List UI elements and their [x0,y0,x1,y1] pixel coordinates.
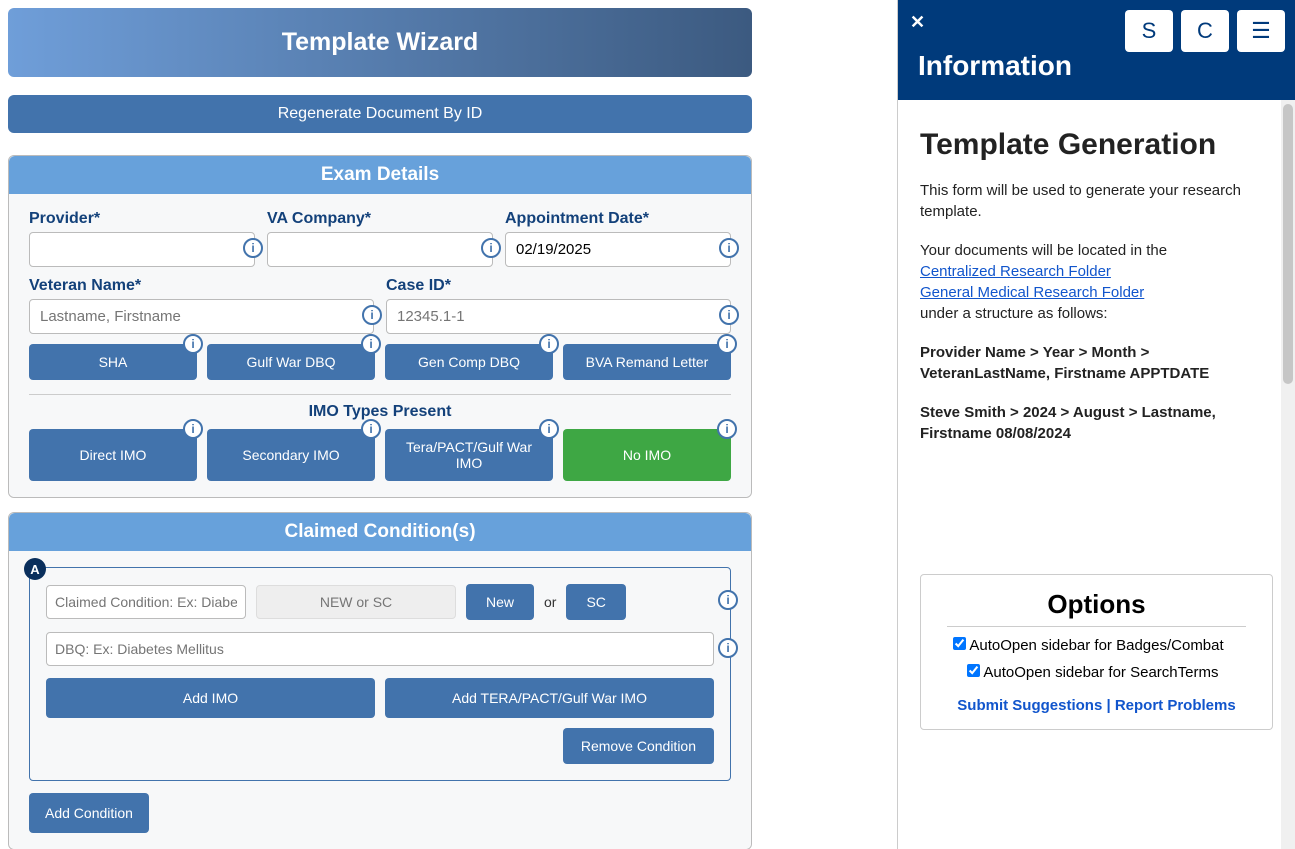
appt-date-input[interactable] [505,232,731,267]
add-condition-button[interactable]: Add Condition [29,793,149,833]
info-icon[interactable]: i [718,638,738,658]
sc-button[interactable]: SC [566,584,625,620]
info-icon[interactable]: i [718,590,738,610]
gen-comp-dbq-button[interactable]: Gen Comp DBQ i [385,344,553,380]
sidebar-location: Your documents will be located in the Ce… [920,240,1273,324]
sidebar-heading: Template Generation [920,128,1273,162]
va-company-field: VA Company* i [267,210,493,267]
bva-remand-button[interactable]: BVA Remand Letter i [563,344,731,380]
centralized-folder-link[interactable]: Centralized Research Folder [920,263,1111,280]
option-autoopen-search-checkbox[interactable] [967,664,980,677]
sidebar-intro: This form will be used to generate your … [920,180,1273,222]
header-button-c[interactable]: C [1181,10,1229,52]
sidebar-header: ✕ Information S C ☰ [898,0,1295,100]
main-form-panel: Template Wizard Regenerate Document By I… [0,0,760,849]
exam-details-body: Provider* i VA Company* i Appointment Da… [9,194,751,497]
page-title: Template Wizard [8,8,752,77]
veteran-name-field: Veteran Name* i [29,277,374,334]
sidebar-title: Information [918,50,1072,82]
condition-badge: A [24,558,46,580]
veteran-name-label: Veteran Name* [29,277,374,295]
exam-details-header: Exam Details [9,156,751,194]
info-icon[interactable]: i [719,238,739,258]
option-autoopen-badges-checkbox[interactable] [953,637,966,650]
or-text: or [544,594,556,610]
option-autoopen-search[interactable]: AutoOpen sidebar for SearchTerms [967,664,1254,681]
info-icon[interactable]: i [243,238,263,258]
claimed-condition-input[interactable] [46,585,246,619]
case-id-label: Case ID* [386,277,731,295]
info-icon[interactable]: i [717,419,737,439]
appt-date-label: Appointment Date* [505,210,731,228]
menu-icon[interactable]: ☰ [1237,10,1285,52]
add-imo-button[interactable]: Add IMO [46,678,375,718]
veteran-name-input[interactable] [29,299,374,334]
info-icon[interactable]: i [183,419,203,439]
secondary-imo-button[interactable]: Secondary IMO i [207,429,375,481]
info-icon[interactable]: i [183,334,203,354]
va-company-label: VA Company* [267,210,493,228]
header-button-s[interactable]: S [1125,10,1173,52]
dbq-input[interactable] [46,632,714,666]
exam-details-panel: Exam Details Provider* i VA Company* i A… [8,155,752,498]
sidebar-body: Template Generation This form will be us… [898,100,1295,849]
path-template: Provider Name > Year > Month > VeteranLa… [920,342,1273,384]
provider-input[interactable] [29,232,255,267]
new-or-sc-display [256,585,456,619]
add-tera-imo-button[interactable]: Add TERA/PACT/Gulf War IMO [385,678,714,718]
path-example: Steve Smith > 2024 > August > Lastname, … [920,402,1273,444]
tera-imo-button[interactable]: Tera/PACT/Gulf War IMO i [385,429,553,481]
option-autoopen-badges[interactable]: AutoOpen sidebar for Badges/Combat [953,637,1254,654]
general-medical-folder-link[interactable]: General Medical Research Folder [920,284,1144,301]
provider-label: Provider* [29,210,255,228]
va-company-input[interactable] [267,232,493,267]
imo-types-label: IMO Types Present [29,403,731,421]
imo-types-section: IMO Types Present Direct IMO i Secondary… [29,394,731,481]
claimed-conditions-body: A New or SC i i Add IMO Add TERA/PACT/Gu… [9,551,751,849]
gulf-war-dbq-button[interactable]: Gulf War DBQ i [207,344,375,380]
options-heading: Options [947,589,1246,627]
remove-condition-button[interactable]: Remove Condition [563,728,714,764]
info-icon[interactable]: i [719,305,739,325]
info-icon[interactable]: i [539,419,559,439]
provider-field: Provider* i [29,210,255,267]
info-icon[interactable]: i [717,334,737,354]
close-icon[interactable]: ✕ [910,12,925,33]
info-icon[interactable]: i [539,334,559,354]
new-button[interactable]: New [466,584,534,620]
claimed-conditions-panel: Claimed Condition(s) A New or SC i i A [8,512,752,849]
appt-date-field: Appointment Date* i [505,210,731,267]
regenerate-button[interactable]: Regenerate Document By ID [8,95,752,133]
direct-imo-button[interactable]: Direct IMO i [29,429,197,481]
case-id-input[interactable] [386,299,731,334]
info-icon[interactable]: i [361,334,381,354]
scrollbar[interactable] [1281,100,1295,849]
scrollbar-thumb[interactable] [1283,104,1293,384]
no-imo-button[interactable]: No IMO i [563,429,731,481]
info-icon[interactable]: i [362,305,382,325]
info-icon[interactable]: i [361,419,381,439]
case-id-field: Case ID* i [386,277,731,334]
claimed-conditions-header: Claimed Condition(s) [9,513,751,551]
info-sidebar: ✕ Information S C ☰ Template Generation … [897,0,1295,849]
options-box: Options AutoOpen sidebar for Badges/Comb… [920,574,1273,730]
info-icon[interactable]: i [481,238,501,258]
sha-button[interactable]: SHA i [29,344,197,380]
submit-suggestions-link[interactable]: Submit Suggestions | Report Problems [957,697,1235,714]
condition-block: A New or SC i i Add IMO Add TERA/PACT/Gu… [29,567,731,781]
